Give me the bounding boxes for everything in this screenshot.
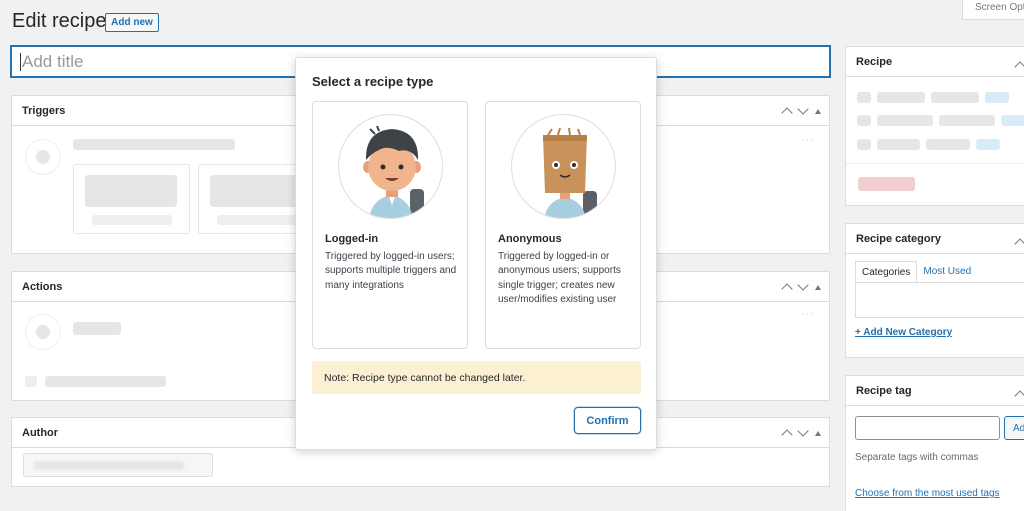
option-name: Logged-in bbox=[325, 233, 379, 245]
recipe-box-header[interactable]: Recipe bbox=[846, 47, 1024, 77]
collapse-toggle-icon[interactable] bbox=[815, 108, 821, 114]
recipe-type-note: Note: Recipe type cannot be changed late… bbox=[312, 361, 641, 394]
collapse-toggle-icon[interactable] bbox=[815, 430, 821, 436]
recipe-type-modal: Select a recipe type Logged-in Triggered… bbox=[295, 57, 657, 450]
option-description: Triggered by logged-in or anonymous user… bbox=[498, 251, 621, 305]
move-up-icon[interactable] bbox=[781, 429, 793, 441]
logged-in-user-avatar-icon bbox=[338, 114, 443, 219]
more-options-icon[interactable]: ··· bbox=[801, 308, 815, 320]
screen-options-button[interactable]: Screen Opt bbox=[962, 0, 1024, 20]
tag-box-title: Recipe tag bbox=[856, 384, 912, 397]
tab-categories[interactable]: Categories bbox=[855, 261, 918, 284]
option-name: Anonymous bbox=[498, 233, 562, 245]
move-down-icon[interactable] bbox=[797, 279, 809, 291]
tag-help-text: Separate tags with commas bbox=[855, 452, 979, 463]
category-box-header[interactable]: Recipe category bbox=[846, 224, 1024, 254]
collapse-toggle-icon[interactable] bbox=[815, 284, 821, 290]
delete-placeholder bbox=[858, 177, 915, 191]
collapse-icon[interactable] bbox=[1014, 390, 1024, 402]
choose-most-used-tags-link[interactable]: Choose from the most used tags bbox=[855, 488, 1000, 499]
title-placeholder: Add title bbox=[22, 51, 84, 71]
paper-bag-avatar-icon bbox=[511, 114, 616, 219]
tag-input[interactable] bbox=[855, 416, 1000, 440]
category-list bbox=[855, 282, 1024, 318]
recipe-tag-box: Recipe tag Ad Separate tags with commas … bbox=[845, 375, 1024, 511]
trigger-placeholder-card bbox=[73, 164, 190, 234]
action-placeholder-line bbox=[73, 322, 121, 335]
recipe-type-option-anonymous[interactable]: Anonymous Triggered by logged-in or anon… bbox=[485, 101, 641, 349]
category-box-title: Recipe category bbox=[856, 232, 941, 245]
trigger-placeholder-line bbox=[73, 139, 235, 150]
trigger-placeholder-icon bbox=[25, 139, 61, 175]
action-placeholder-icon bbox=[25, 314, 61, 350]
move-down-icon[interactable] bbox=[797, 425, 809, 437]
recipe-sidebar-box: Recipe bbox=[845, 46, 1024, 206]
recipe-category-box: Recipe category Categories Most Used + A… bbox=[845, 223, 1024, 358]
tag-box-header[interactable]: Recipe tag bbox=[846, 376, 1024, 406]
more-options-icon[interactable]: ··· bbox=[801, 134, 815, 146]
author-panel-title: Author bbox=[22, 426, 59, 439]
triggers-panel-title: Triggers bbox=[22, 104, 66, 117]
text-caret bbox=[20, 52, 21, 71]
recipe-type-option-logged-in[interactable]: Logged-in Triggered by logged-in users; … bbox=[312, 101, 468, 349]
move-down-icon[interactable] bbox=[797, 103, 809, 115]
page-title: Edit recipe bbox=[12, 10, 107, 32]
add-new-button[interactable]: Add new bbox=[105, 13, 159, 32]
recipe-box-title: Recipe bbox=[856, 55, 893, 68]
collapse-icon[interactable] bbox=[1014, 238, 1024, 250]
option-description: Triggered by logged-in users; supports m… bbox=[325, 251, 457, 291]
actions-panel-title: Actions bbox=[22, 280, 63, 293]
author-select[interactable] bbox=[23, 453, 213, 477]
add-tag-button[interactable]: Ad bbox=[1004, 416, 1024, 440]
add-new-category-link[interactable]: + Add New Category bbox=[855, 327, 952, 338]
confirm-button[interactable]: Confirm bbox=[574, 407, 641, 434]
action-placeholder-line bbox=[45, 376, 166, 387]
move-up-icon[interactable] bbox=[781, 107, 793, 119]
modal-title: Select a recipe type bbox=[312, 74, 434, 89]
collapse-icon[interactable] bbox=[1014, 61, 1024, 73]
action-placeholder-checkbox bbox=[25, 376, 37, 387]
tab-most-used[interactable]: Most Used bbox=[917, 261, 977, 284]
move-up-icon[interactable] bbox=[781, 283, 793, 295]
